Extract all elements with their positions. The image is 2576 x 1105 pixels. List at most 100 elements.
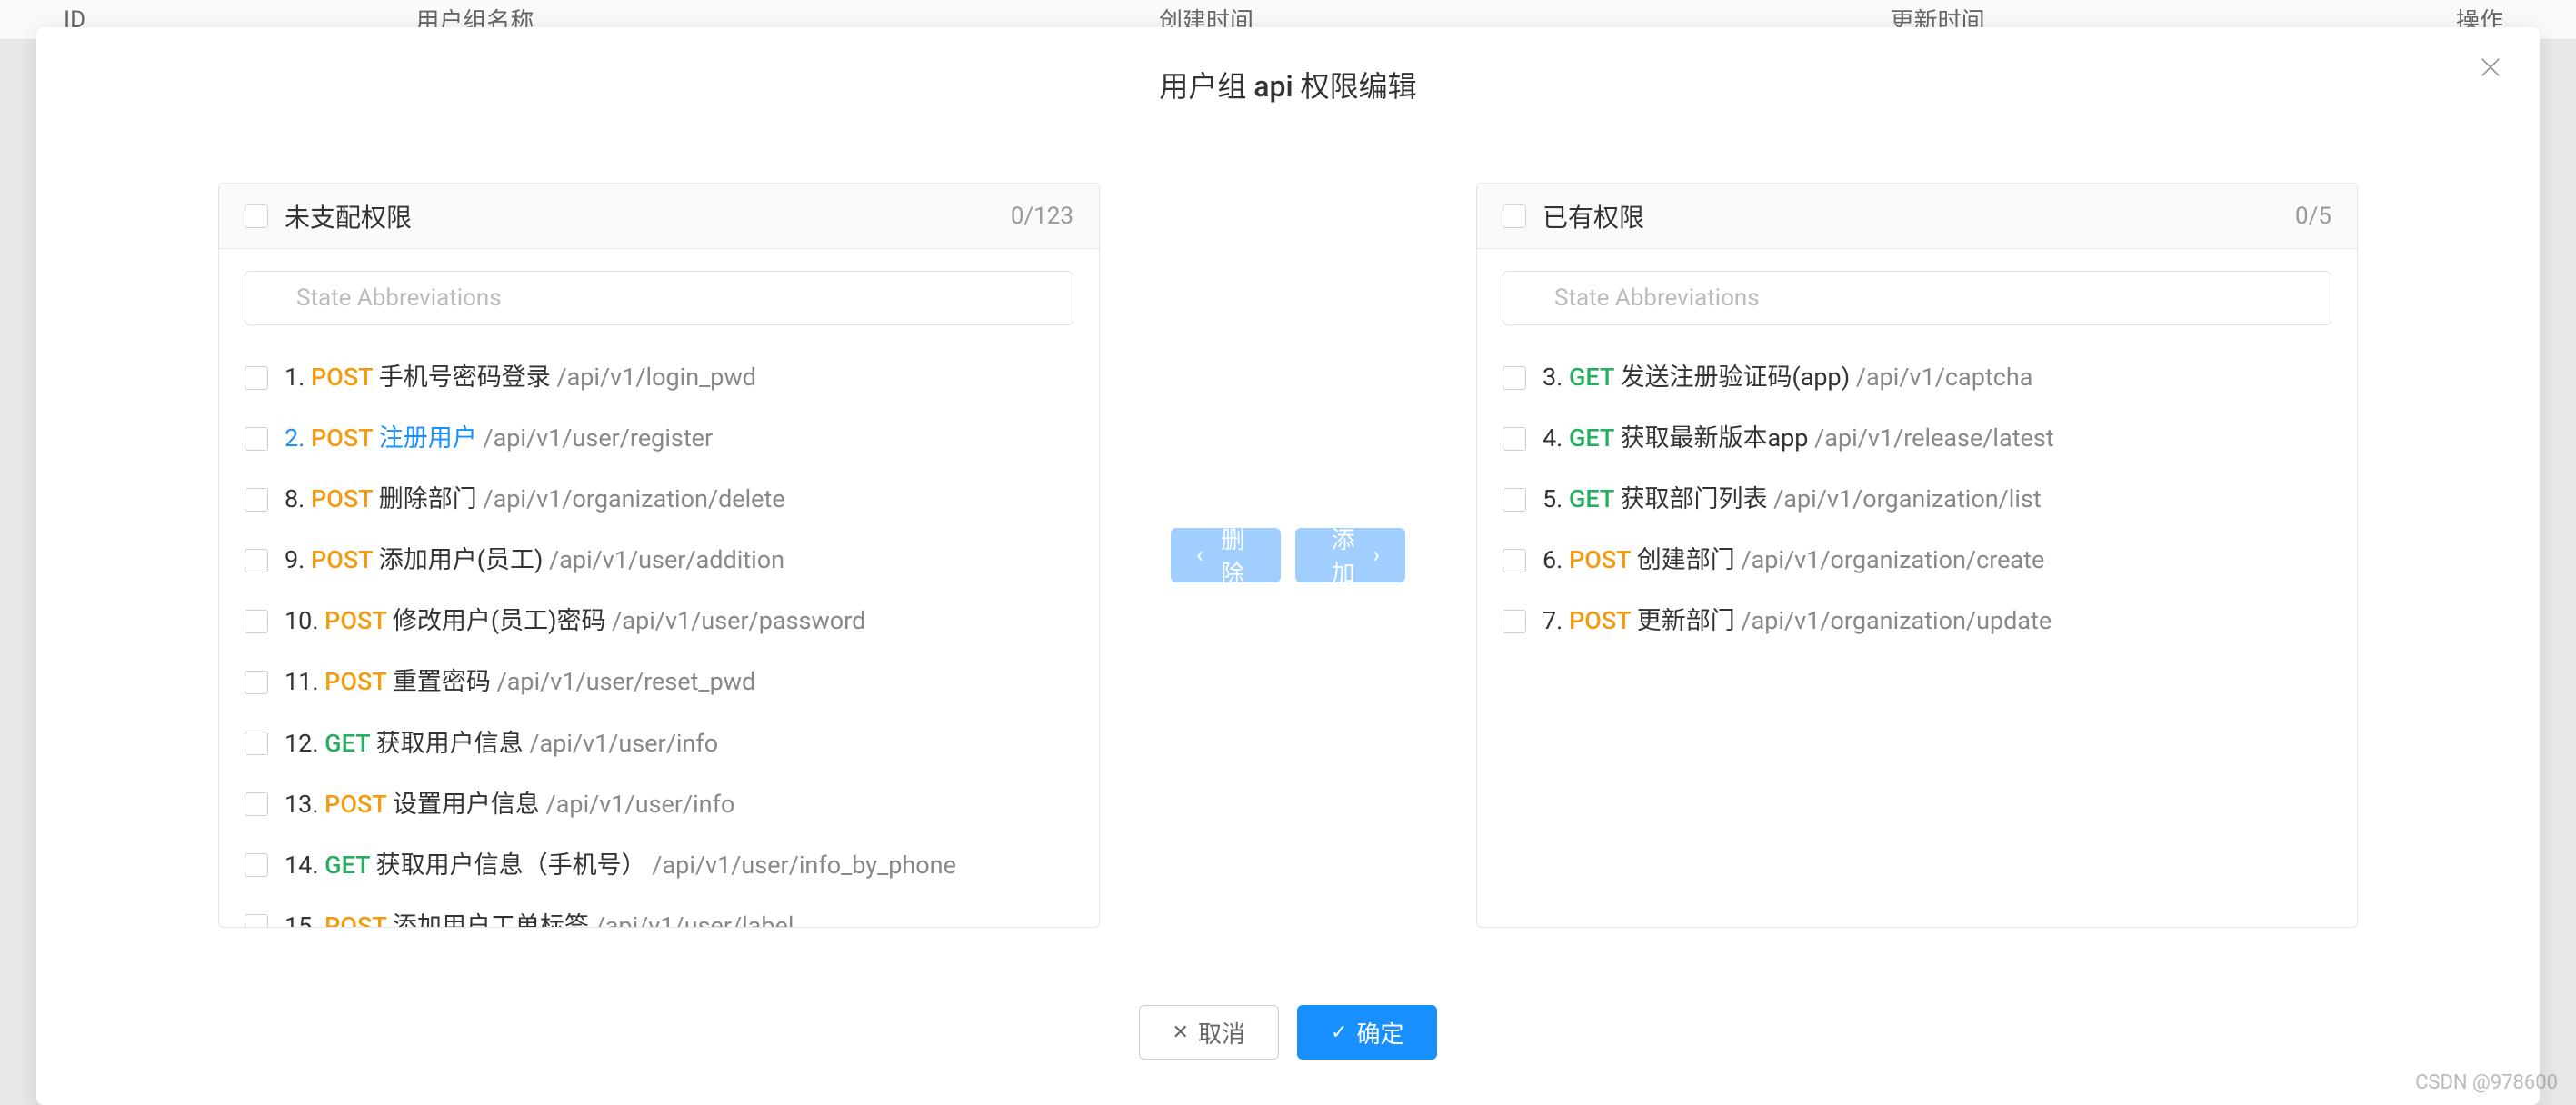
list-item[interactable]: 5. GET 获取部门列表 /api/v1/organization/list: [1503, 469, 2331, 530]
item-method: POST: [324, 606, 393, 635]
item-checkbox[interactable]: [245, 610, 268, 633]
item-text: 6. POST 创建部门 /api/v1/organization/create: [1543, 544, 2044, 576]
item-method: GET: [1569, 363, 1620, 392]
item-checkbox[interactable]: [1503, 366, 1526, 390]
unassigned-panel-count: 0/123: [1011, 203, 1073, 230]
item-text: 2. POST 注册用户 /api/v1/user/register: [285, 423, 713, 454]
item-number: 9.: [285, 545, 311, 574]
watermark: CSDN @978600: [2415, 1071, 2558, 1094]
item-checkbox[interactable]: [1503, 549, 1526, 572]
item-path: /api/v1/user/info_by_phone: [652, 851, 956, 880]
check-icon: ✓: [1331, 1021, 1347, 1044]
item-text: 4. GET 获取最新版本app /api/v1/release/latest: [1543, 423, 2054, 454]
item-name: 删除部门: [379, 484, 484, 513]
list-item[interactable]: 11. POST 重置密码 /api/v1/user/reset_pwd: [245, 652, 1073, 712]
item-name: 添加用户(员工): [379, 545, 549, 574]
modal-footer: ✕ 取消 ✓ 确定: [218, 1005, 2358, 1060]
item-text: 13. POST 设置用户信息 /api/v1/user/info: [285, 789, 734, 821]
list-item[interactable]: 13. POST 设置用户信息 /api/v1/user/info: [245, 774, 1073, 835]
list-item[interactable]: 14. GET 获取用户信息（手机号） /api/v1/user/info_by…: [245, 835, 1073, 896]
item-method: POST: [1569, 606, 1637, 635]
item-name: 更新部门: [1637, 606, 1742, 635]
item-number: 1.: [285, 363, 311, 392]
item-method: POST: [324, 667, 393, 696]
item-number: 13.: [285, 790, 324, 819]
item-checkbox[interactable]: [1503, 427, 1526, 451]
list-item[interactable]: 15. POST 添加用户工单标签 /api/v1/user/label: [245, 896, 1073, 927]
item-path: /api/v1/user/info: [529, 729, 718, 758]
list-item[interactable]: 9. POST 添加用户(员工) /api/v1/user/addition: [245, 530, 1073, 591]
item-path: /api/v1/organization/update: [1741, 606, 2052, 635]
item-method: GET: [324, 851, 375, 880]
item-text: 5. GET 获取部门列表 /api/v1/organization/list: [1543, 483, 2042, 515]
item-number: 5.: [1543, 484, 1569, 513]
item-checkbox[interactable]: [245, 853, 268, 877]
list-item[interactable]: 10. POST 修改用户(员工)密码 /api/v1/user/passwor…: [245, 591, 1073, 652]
add-button[interactable]: 添加 ›: [1295, 528, 1405, 582]
assigned-panel-title: 已有权限: [1543, 198, 1644, 234]
item-path: /api/v1/organization/delete: [483, 484, 784, 513]
item-number: 10.: [285, 606, 324, 635]
item-method: POST: [311, 423, 379, 453]
select-all-assigned-checkbox[interactable]: [1503, 204, 1526, 228]
item-method: GET: [1569, 423, 1620, 453]
item-number: 6.: [1543, 545, 1569, 574]
item-number: 11.: [285, 667, 324, 696]
close-icon[interactable]: [2478, 55, 2503, 85]
item-name: 重置密码: [393, 667, 497, 696]
item-checkbox[interactable]: [245, 488, 268, 512]
item-text: 8. POST 删除部门 /api/v1/organization/delete: [285, 483, 785, 515]
unassigned-panel-title: 未支配权限: [285, 198, 412, 234]
confirm-button[interactable]: ✓ 确定: [1297, 1005, 1437, 1060]
item-name: 获取最新版本app: [1620, 423, 1814, 453]
item-checkbox[interactable]: [245, 366, 268, 390]
item-number: 15.: [285, 911, 324, 927]
item-text: 15. POST 添加用户工单标签 /api/v1/user/label: [285, 911, 794, 927]
unassigned-list[interactable]: 1. POST 手机号密码登录 /api/v1/login_pwd 2. POST…: [219, 347, 1099, 927]
assigned-panel-header: 已有权限 0/5: [1477, 184, 2357, 249]
item-checkbox[interactable]: [1503, 610, 1526, 633]
list-item[interactable]: 6. POST 创建部门 /api/v1/organization/create: [1503, 530, 2331, 591]
item-method: POST: [311, 484, 379, 513]
chevron-right-icon: ›: [1373, 542, 1380, 569]
list-item[interactable]: 3. GET 发送注册验证码(app) /api/v1/captcha: [1503, 347, 2331, 408]
select-all-unassigned-checkbox[interactable]: [245, 204, 268, 228]
item-path: /api/v1/user/label: [595, 911, 794, 927]
item-name: 创建部门: [1637, 545, 1742, 574]
item-text: 9. POST 添加用户(员工) /api/v1/user/addition: [285, 544, 784, 576]
add-button-label: 添加: [1321, 522, 1365, 589]
transfer-container: 未支配权限 0/123 1. POST 手机号密码登录 /api/v1/logi…: [218, 142, 2358, 969]
item-checkbox[interactable]: [245, 427, 268, 451]
item-checkbox[interactable]: [245, 914, 268, 927]
item-path: /api/v1/release/latest: [1814, 423, 2053, 453]
transfer-buttons: ‹ 删除 添加 ›: [1163, 528, 1413, 582]
list-item[interactable]: 7. POST 更新部门 /api/v1/organization/update: [1503, 591, 2331, 652]
assigned-search-input[interactable]: [1503, 271, 2331, 325]
list-item[interactable]: 4. GET 获取最新版本app /api/v1/release/latest: [1503, 408, 2331, 469]
permission-modal: 用户组 api 权限编辑 未支配权限 0/123: [36, 27, 2540, 1105]
list-item[interactable]: 2. POST 注册用户 /api/v1/user/register: [245, 408, 1073, 469]
item-number: 8.: [285, 484, 311, 513]
item-path: /api/v1/organization/create: [1741, 545, 2044, 574]
list-item[interactable]: 8. POST 删除部门 /api/v1/organization/delete: [245, 469, 1073, 530]
list-item[interactable]: 12. GET 获取用户信息 /api/v1/user/info: [245, 713, 1073, 774]
list-item[interactable]: 1. POST 手机号密码登录 /api/v1/login_pwd: [245, 347, 1073, 408]
unassigned-search-input[interactable]: [245, 271, 1073, 325]
assigned-panel-count: 0/5: [2295, 203, 2331, 230]
item-text: 3. GET 发送注册验证码(app) /api/v1/captcha: [1543, 362, 2032, 393]
item-checkbox[interactable]: [1503, 488, 1526, 512]
remove-button[interactable]: ‹ 删除: [1171, 528, 1281, 582]
item-number: 7.: [1543, 606, 1569, 635]
item-method: GET: [1569, 484, 1620, 513]
item-checkbox[interactable]: [245, 732, 268, 755]
item-name: 获取用户信息（手机号）: [376, 851, 653, 880]
unassigned-panel: 未支配权限 0/123 1. POST 手机号密码登录 /api/v1/logi…: [218, 183, 1100, 928]
assigned-list[interactable]: 3. GET 发送注册验证码(app) /api/v1/captcha 4. GE…: [1477, 347, 2357, 927]
cancel-button[interactable]: ✕ 取消: [1139, 1005, 1279, 1060]
item-checkbox[interactable]: [245, 549, 268, 572]
item-method: POST: [1569, 545, 1637, 574]
item-path: /api/v1/captcha: [1856, 363, 2033, 392]
item-text: 11. POST 重置密码 /api/v1/user/reset_pwd: [285, 666, 755, 698]
item-checkbox[interactable]: [245, 792, 268, 816]
item-checkbox[interactable]: [245, 671, 268, 694]
